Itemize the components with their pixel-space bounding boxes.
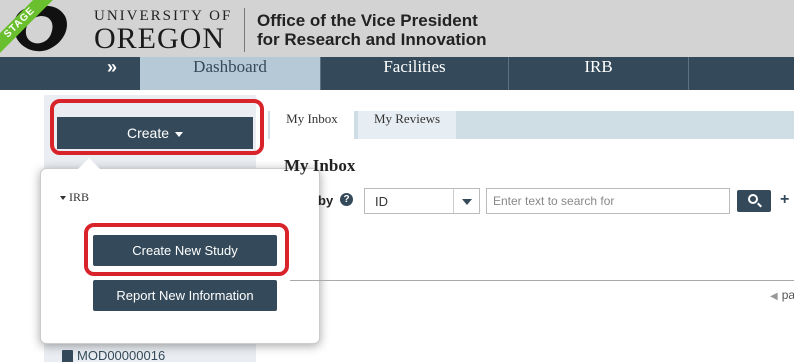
report-new-information-button[interactable]: Report New Information <box>93 280 277 311</box>
nav-item-more[interactable] <box>688 57 794 90</box>
main-nav: » Dashboard Facilities IRB <box>0 57 794 90</box>
page-title: My Inbox <box>284 156 356 175</box>
popup-arrow <box>78 158 100 169</box>
filter-by-label: by <box>318 193 334 208</box>
search-button[interactable] <box>737 190 771 212</box>
create-highlight-box <box>50 99 264 155</box>
filter-select-value: ID <box>375 194 388 209</box>
pager[interactable]: ◀ pa <box>770 288 794 302</box>
tab-my-reviews[interactable]: My Reviews <box>358 111 456 139</box>
caret-down-icon <box>60 196 66 201</box>
site-header: STAGE UNIVERSITY OF OREGON Office of the… <box>0 0 794 60</box>
add-filter-button[interactable]: + <box>780 191 789 209</box>
header-divider <box>244 8 245 52</box>
list-item[interactable]: MOD00000016 <box>62 348 165 362</box>
nav-item-dashboard[interactable]: Dashboard <box>140 57 320 90</box>
chevron-left-icon: ◀ <box>770 291 778 302</box>
menu-section-irb[interactable]: IRB <box>60 190 89 205</box>
stage-ribbon: STAGE <box>0 0 70 60</box>
university-name-bottom: OREGON <box>94 22 225 55</box>
nav-item-facilities[interactable]: Facilities <box>320 57 508 90</box>
stage-label: STAGE <box>0 0 55 58</box>
create-study-highlight-box <box>84 223 289 276</box>
expand-nav-button[interactable]: » <box>84 57 140 90</box>
search-input[interactable] <box>486 188 730 214</box>
office-title-line2: for Research and Innovation <box>257 30 487 49</box>
document-icon <box>62 350 73 362</box>
filter-select[interactable]: ID <box>364 188 480 214</box>
tab-my-inbox[interactable]: My Inbox <box>270 111 354 139</box>
pager-label: pa <box>781 288 794 302</box>
list-item-label: MOD00000016 <box>77 348 166 362</box>
divider <box>290 280 794 281</box>
chevron-down-icon <box>453 189 479 213</box>
office-title-line1: Office of the Vice President <box>257 11 478 30</box>
menu-section-label: IRB <box>69 190 90 204</box>
help-icon[interactable]: ? <box>340 193 353 206</box>
nav-item-irb[interactable]: IRB <box>508 57 688 90</box>
